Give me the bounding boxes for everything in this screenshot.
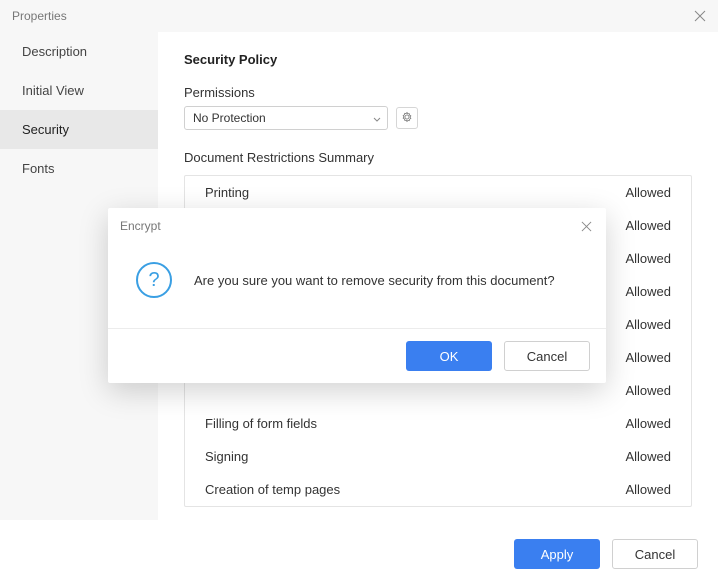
- restriction-row: Creation of temp pages Allowed: [185, 473, 691, 506]
- apply-button[interactable]: Apply: [514, 539, 600, 569]
- restriction-value: Allowed: [625, 350, 671, 365]
- sidebar-tab-initial-view[interactable]: Initial View: [0, 71, 158, 110]
- restriction-value: Allowed: [625, 284, 671, 299]
- restriction-value: Allowed: [625, 185, 671, 200]
- restriction-name: Filling of form fields: [205, 416, 317, 431]
- restriction-value: Allowed: [625, 251, 671, 266]
- panel-title: Security Policy: [184, 52, 692, 67]
- permissions-select[interactable]: No Protection: [184, 106, 388, 130]
- restriction-row: Printing Allowed: [185, 176, 691, 209]
- restriction-value: Allowed: [625, 383, 671, 398]
- restriction-row: Signing Allowed: [185, 440, 691, 473]
- confirm-modal: Encrypt ? Are you sure you want to remov…: [108, 208, 606, 383]
- restriction-name: Creation of temp pages: [205, 482, 340, 497]
- restriction-value: Allowed: [625, 317, 671, 332]
- question-icon: ?: [136, 262, 172, 298]
- ok-button[interactable]: OK: [406, 341, 492, 371]
- modal-cancel-button[interactable]: Cancel: [504, 341, 590, 371]
- restriction-value: Allowed: [625, 449, 671, 464]
- restriction-name: Printing: [205, 185, 249, 200]
- sidebar-tab-description[interactable]: Description: [0, 32, 158, 71]
- modal-header: Encrypt: [108, 208, 606, 244]
- dialog-footer: Apply Cancel: [0, 520, 718, 588]
- permissions-label: Permissions: [184, 85, 692, 100]
- restriction-name: Signing: [205, 449, 248, 464]
- modal-footer: OK Cancel: [108, 328, 606, 383]
- modal-title: Encrypt: [120, 219, 161, 233]
- sidebar-tab-fonts[interactable]: Fonts: [0, 149, 158, 188]
- close-icon[interactable]: [578, 218, 594, 234]
- chevron-down-icon: [373, 111, 381, 125]
- permissions-value: No Protection: [193, 111, 266, 125]
- permissions-row: No Protection: [184, 106, 692, 130]
- restriction-value: Allowed: [625, 218, 671, 233]
- restriction-row: Filling of form fields Allowed: [185, 407, 691, 440]
- modal-body: ? Are you sure you want to remove securi…: [108, 244, 606, 328]
- cancel-button[interactable]: Cancel: [612, 539, 698, 569]
- window-title: Properties: [12, 9, 67, 23]
- sidebar-tab-security[interactable]: Security: [0, 110, 158, 149]
- close-icon[interactable]: [692, 8, 708, 24]
- restriction-value: Allowed: [625, 416, 671, 431]
- restriction-value: Allowed: [625, 482, 671, 497]
- summary-label: Document Restrictions Summary: [184, 150, 692, 165]
- titlebar: Properties: [0, 0, 718, 32]
- gear-icon: [401, 111, 413, 126]
- settings-button[interactable]: [396, 107, 418, 129]
- modal-message: Are you sure you want to remove security…: [194, 273, 555, 288]
